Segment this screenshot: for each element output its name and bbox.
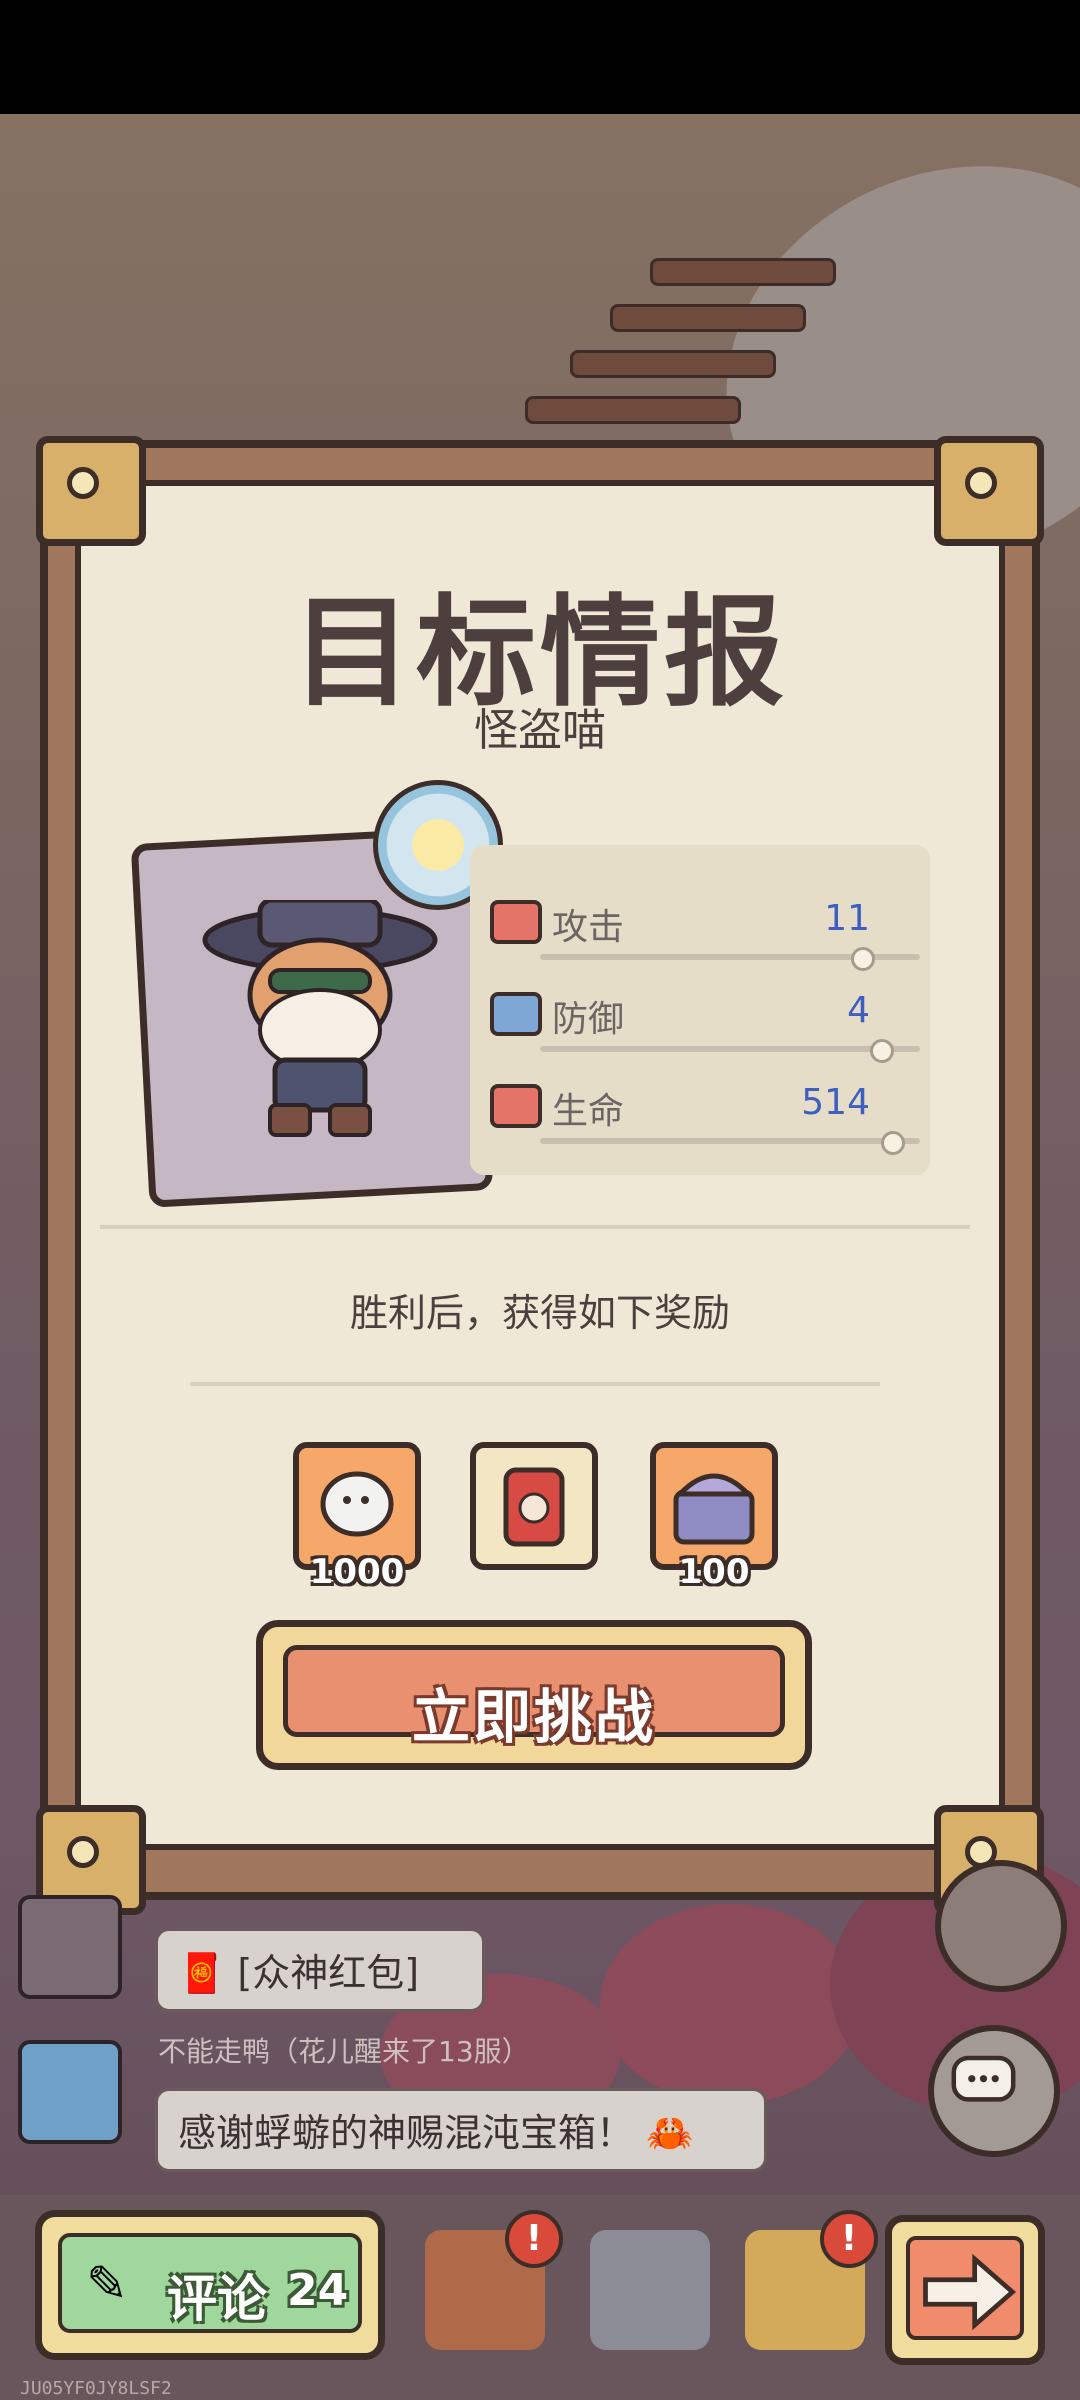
cat-thief-character [202, 900, 438, 1137]
stat-value: 514 [801, 1082, 870, 1123]
challenge-label: 立即挑战 [411, 1683, 656, 1751]
background-step [525, 396, 741, 424]
chat-bubble-button[interactable] [928, 2025, 1060, 2157]
background-step [570, 350, 776, 378]
statue-bust-icon[interactable] [590, 2230, 710, 2350]
stat-bar [540, 1046, 920, 1052]
can-icon [503, 1467, 565, 1547]
stat-row-attack: 攻击 11 [490, 896, 920, 976]
chat-bubble[interactable]: 感谢蜉蝣的神赐混沌宝箱！ 🦀 [155, 2088, 767, 2172]
crab-emoji-icon: 🦀 [646, 2111, 694, 2155]
background-mushroom [600, 1904, 860, 2104]
chest-icon [673, 1473, 755, 1545]
next-button-face [906, 2236, 1024, 2340]
target-name: 怪盗喵 [474, 705, 606, 756]
frame-corner [36, 436, 146, 546]
comment-count: 24 [287, 2265, 349, 2316]
stat-value: 4 [847, 990, 870, 1031]
red-packet-icon: 🧧 [178, 1951, 226, 1995]
avatar[interactable] [18, 1895, 122, 1999]
reward-count: 1000 [309, 1552, 405, 1592]
chat-text: [众神红包] [237, 1951, 420, 1995]
background-step [610, 304, 806, 332]
challenge-button[interactable]: 立即挑战 [256, 1620, 812, 1770]
stat-bar [540, 1138, 920, 1144]
reward-count: 100 [678, 1552, 750, 1592]
chat-bubble[interactable]: 🧧 [众神红包] [155, 1928, 485, 2012]
stat-label: 防御 [552, 999, 625, 1040]
frame-corner [934, 436, 1044, 546]
stat-row-health: 生命 514 [490, 1080, 920, 1160]
reward-title: 胜利后，获得如下奖励 [349, 1291, 730, 1335]
stat-knob [870, 1039, 894, 1063]
chat-text: 感谢蜉蝣的神赐混沌宝箱！ [178, 2111, 635, 2155]
quill-icon: ✎ [86, 2255, 128, 2313]
attack-icon [490, 900, 542, 944]
chat-username: 不能走鸭（花儿醒来了13服） [158, 2035, 530, 2068]
arrow-right-icon [923, 2253, 1017, 2331]
stat-knob [881, 1131, 906, 1155]
ghost-reward-icon[interactable]: 1000 [293, 1442, 421, 1592]
stat-label: 攻击 [552, 907, 625, 948]
defense-icon [490, 992, 542, 1036]
comment-button-face: ✎ 评论 24 [58, 2233, 362, 2333]
stat-row-defense: 防御 4 [490, 988, 920, 1068]
status-bar [0, 0, 1080, 114]
challenge-button-face: 立即挑战 [283, 1645, 785, 1751]
stat-label: 生命 [552, 1091, 625, 1132]
notification-badge-icon: ! [820, 2210, 878, 2268]
divider [190, 1382, 880, 1386]
watermark: JU05YF0JY8LSF2 [20, 2378, 172, 2399]
comment-button[interactable]: ✎ 评论 24 [35, 2210, 385, 2360]
notification-badge-icon: ! [505, 2210, 563, 2268]
stat-value: 11 [824, 898, 870, 939]
divider [100, 1225, 970, 1229]
background-step [650, 258, 836, 286]
treasure-chest-reward-icon[interactable]: 100 [650, 1442, 778, 1592]
next-arrow-button[interactable] [885, 2215, 1045, 2365]
avatar[interactable] [18, 2040, 122, 2144]
health-icon [490, 1084, 542, 1128]
chat-icon [951, 2055, 1016, 2102]
ghost-icon [320, 1471, 394, 1537]
side-action-button[interactable] [935, 1860, 1067, 1992]
stat-knob [851, 947, 875, 971]
comment-label: 评论 [167, 2270, 267, 2328]
canned-food-reward-icon[interactable] [470, 1442, 598, 1570]
